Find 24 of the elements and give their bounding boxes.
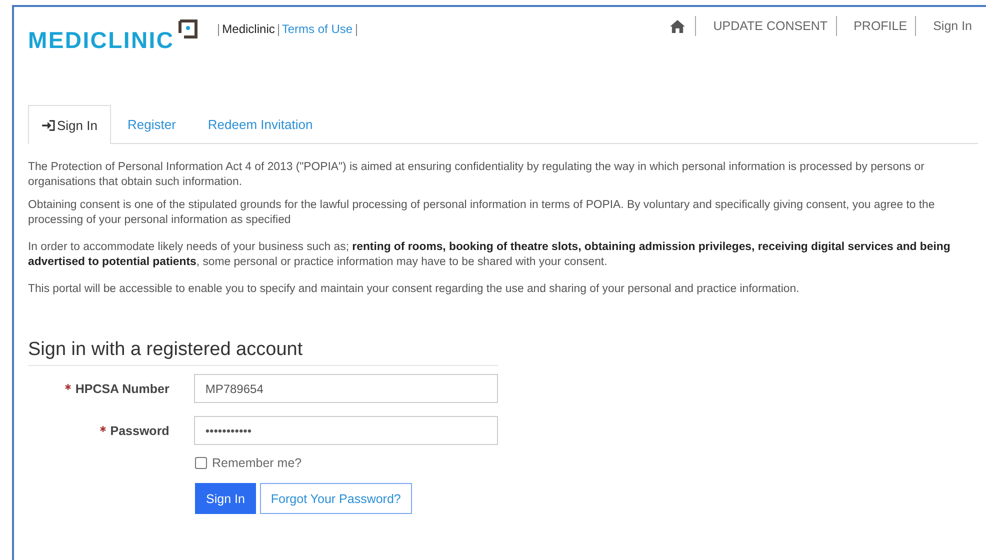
- terms-link[interactable]: Terms of Use: [282, 22, 353, 36]
- paragraph: The Protection of Personal Information Act 4 of 2013 ("POPIA") is aimed at ensuring confidentiality by regulating the way in which personal information is processed by persons or organisations that obtain such information.: [28, 160, 926, 190]
- nav-link[interactable]: Sign In: [933, 19, 972, 33]
- tab[interactable]: Register: [111, 105, 192, 143]
- section-heading: Sign in with a registered account: [28, 339, 498, 366]
- sign-in-icon: [42, 120, 55, 130]
- paragraph: In order to accommodate likely needs of your business such as; renting of rooms, booking of theatre slots, obtaining admission privileges, receiving digital services and being advertised to potential patients, some personal or practice information may have to be shared with your consent.: [28, 240, 952, 270]
- input-field[interactable]: •••••••••••: [194, 416, 498, 445]
- logo[interactable]: MEDICLINIC: [28, 27, 174, 54]
- logo-mark-icon: [178, 19, 198, 39]
- remember-checkbox[interactable]: Remember me?: [195, 456, 302, 470]
- home-icon[interactable]: [670, 20, 686, 32]
- field-label: HPCSA Number: [75, 382, 170, 396]
- field-label: Password: [110, 424, 170, 438]
- nav-link[interactable]: UPDATE CONSENT: [713, 19, 828, 33]
- tab[interactable]: Sign In: [28, 105, 112, 144]
- input-field[interactable]: MP789654: [194, 374, 498, 403]
- forgot-password-button[interactable]: Forgot Your Password?: [260, 483, 412, 514]
- paragraph: This portal will be accessible to enable you to specify and maintain your consent regarding the use and sharing of your personal and practice information.: [28, 282, 800, 297]
- sign-in-button[interactable]: Sign In: [195, 483, 256, 514]
- paragraph: Obtaining consent is one of the stipulated grounds for the lawful processing of personal information in terms of POPIA. By voluntary and specifically giving consent, you agree to the processing of your personal information as specified: [28, 198, 936, 228]
- tab[interactable]: Redeem Invitation: [192, 105, 329, 143]
- site-label: Mediclinic: [222, 22, 275, 36]
- nav-link[interactable]: PROFILE: [854, 19, 908, 33]
